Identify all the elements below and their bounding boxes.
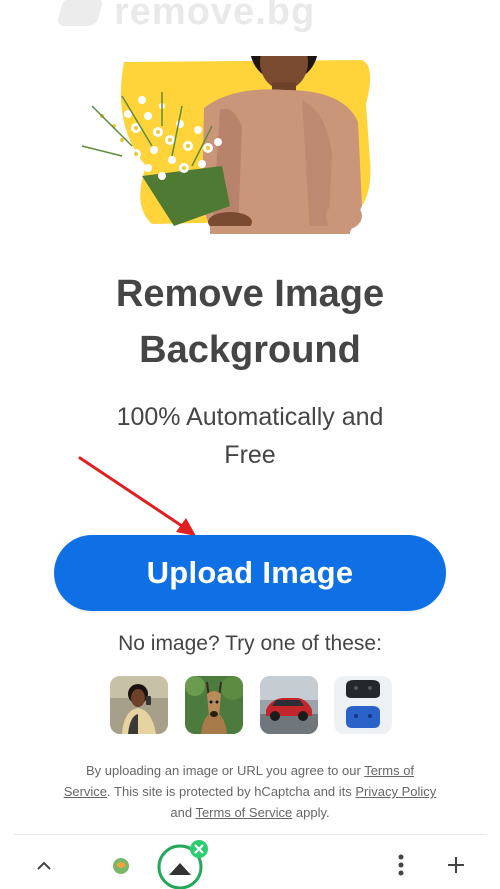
free-highlight: Free <box>208 436 291 474</box>
logo-mark-icon <box>56 0 104 26</box>
annotation-arrow-icon <box>78 456 196 536</box>
terms-of-service-link-2[interactable]: Terms of Service <box>195 805 292 820</box>
browser-bottom-bar <box>0 835 500 889</box>
sample-person[interactable] <box>110 676 168 734</box>
logo-text: remove.bg <box>114 0 316 33</box>
upload-image-button[interactable]: Upload Image <box>54 535 446 611</box>
more-vertical-icon[interactable] <box>397 853 405 877</box>
legal-notice: By uploading an image or URL you agree t… <box>63 763 437 820</box>
plus-icon[interactable] <box>446 855 466 875</box>
hero-image <box>79 56 371 234</box>
privacy-policy-link[interactable]: Privacy Policy <box>355 784 436 799</box>
sample-car[interactable] <box>260 676 318 734</box>
page-title: Remove Image Background <box>115 273 385 371</box>
samples-prompt: No image? Try one of these: <box>118 632 382 655</box>
browser-shield-icon[interactable] <box>110 855 132 877</box>
page-subtitle: 100% Automatically and Free <box>0 398 500 474</box>
sample-product[interactable] <box>334 676 392 734</box>
subtitle-line: 100% Automatically and <box>116 403 384 431</box>
sample-images <box>110 676 392 734</box>
tab-switcher-icon[interactable] <box>155 837 211 889</box>
sample-animal[interactable] <box>185 676 243 734</box>
chevron-up-icon[interactable] <box>36 859 52 871</box>
site-logo[interactable]: remove.bg <box>56 0 340 33</box>
